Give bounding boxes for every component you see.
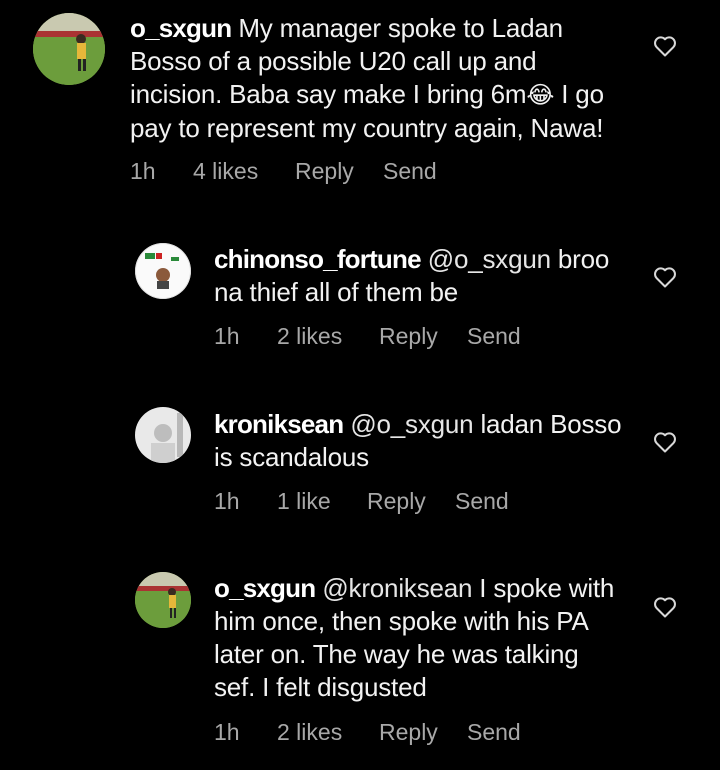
likes-count[interactable]: 2 likes [277,719,379,746]
comment-text: kroniksean @o_sxgun ladan Bosso is scand… [214,408,634,474]
mention-link[interactable]: @kroniksean [322,573,472,603]
reply-button[interactable]: Reply [379,323,467,350]
comment-body: I go [554,79,604,109]
comment-body: sef. I felt disgusted [214,672,427,702]
avatar[interactable] [33,13,105,85]
send-button[interactable]: Send [383,158,437,185]
username[interactable]: o_sxgun [214,573,316,603]
comment-text: o_sxgun @kroniksean I spoke with him onc… [214,572,634,704]
avatar[interactable] [135,572,191,628]
comment-body: incision. Baba say make I bring 6m [130,79,527,109]
comment-actions: 1h 2 likes Reply Send [214,323,521,350]
timestamp: 1h [130,158,156,184]
timestamp: 1h [214,488,240,514]
reply-button[interactable]: Reply [367,488,455,515]
send-button[interactable]: Send [467,323,521,350]
timestamp: 1h [214,719,240,745]
likes-count[interactable]: 1 like [277,488,367,515]
heart-outline-icon[interactable] [653,35,677,57]
comment-body: pay to represent my country again, Nawa! [130,113,604,143]
reply-button[interactable]: Reply [379,719,467,746]
comment-actions: 1h 2 likes Reply Send [214,719,521,746]
likes-count[interactable]: 2 likes [277,323,379,350]
comment-text: chinonso_fortune @o_sxgun broo na thief … [214,243,634,309]
username[interactable]: chinonso_fortune [214,244,422,274]
username[interactable]: kroniksean [214,409,344,439]
heart-outline-icon[interactable] [653,596,677,618]
reply-button[interactable]: Reply [295,158,383,185]
avatar[interactable] [135,243,191,299]
mention-link[interactable]: @o_sxgun [428,244,551,274]
username[interactable]: o_sxgun [130,13,232,43]
laughing-emoji: 😂 [526,81,555,109]
send-button[interactable]: Send [455,488,509,515]
timestamp: 1h [214,323,240,349]
comment-body: ladan Bosso [473,409,622,439]
mention-link[interactable]: @o_sxgun [350,409,473,439]
comment-body: later on. The way he was talking [214,639,579,669]
heart-outline-icon[interactable] [653,266,677,288]
comment-body: I spoke with [472,573,615,603]
comment-body: him once, then spoke with his PA [214,606,589,636]
likes-count[interactable]: 4 likes [193,158,295,185]
heart-outline-icon[interactable] [653,431,677,453]
comment-body: is scandalous [214,442,369,472]
comment-actions: 1h 1 like Reply Send [214,488,509,515]
comment-body: broo [550,244,610,274]
avatar[interactable] [135,407,191,463]
comment-body: My manager spoke to Ladan [238,13,563,43]
comment-text: o_sxgun My manager spoke to Ladan Bosso … [130,12,650,145]
comment-actions: 1h 4 likes Reply Send [130,158,437,185]
comment-body: Bosso of a possible U20 call up and [130,46,537,76]
send-button[interactable]: Send [467,719,521,746]
comment-body: na thief all of them be [214,277,458,307]
